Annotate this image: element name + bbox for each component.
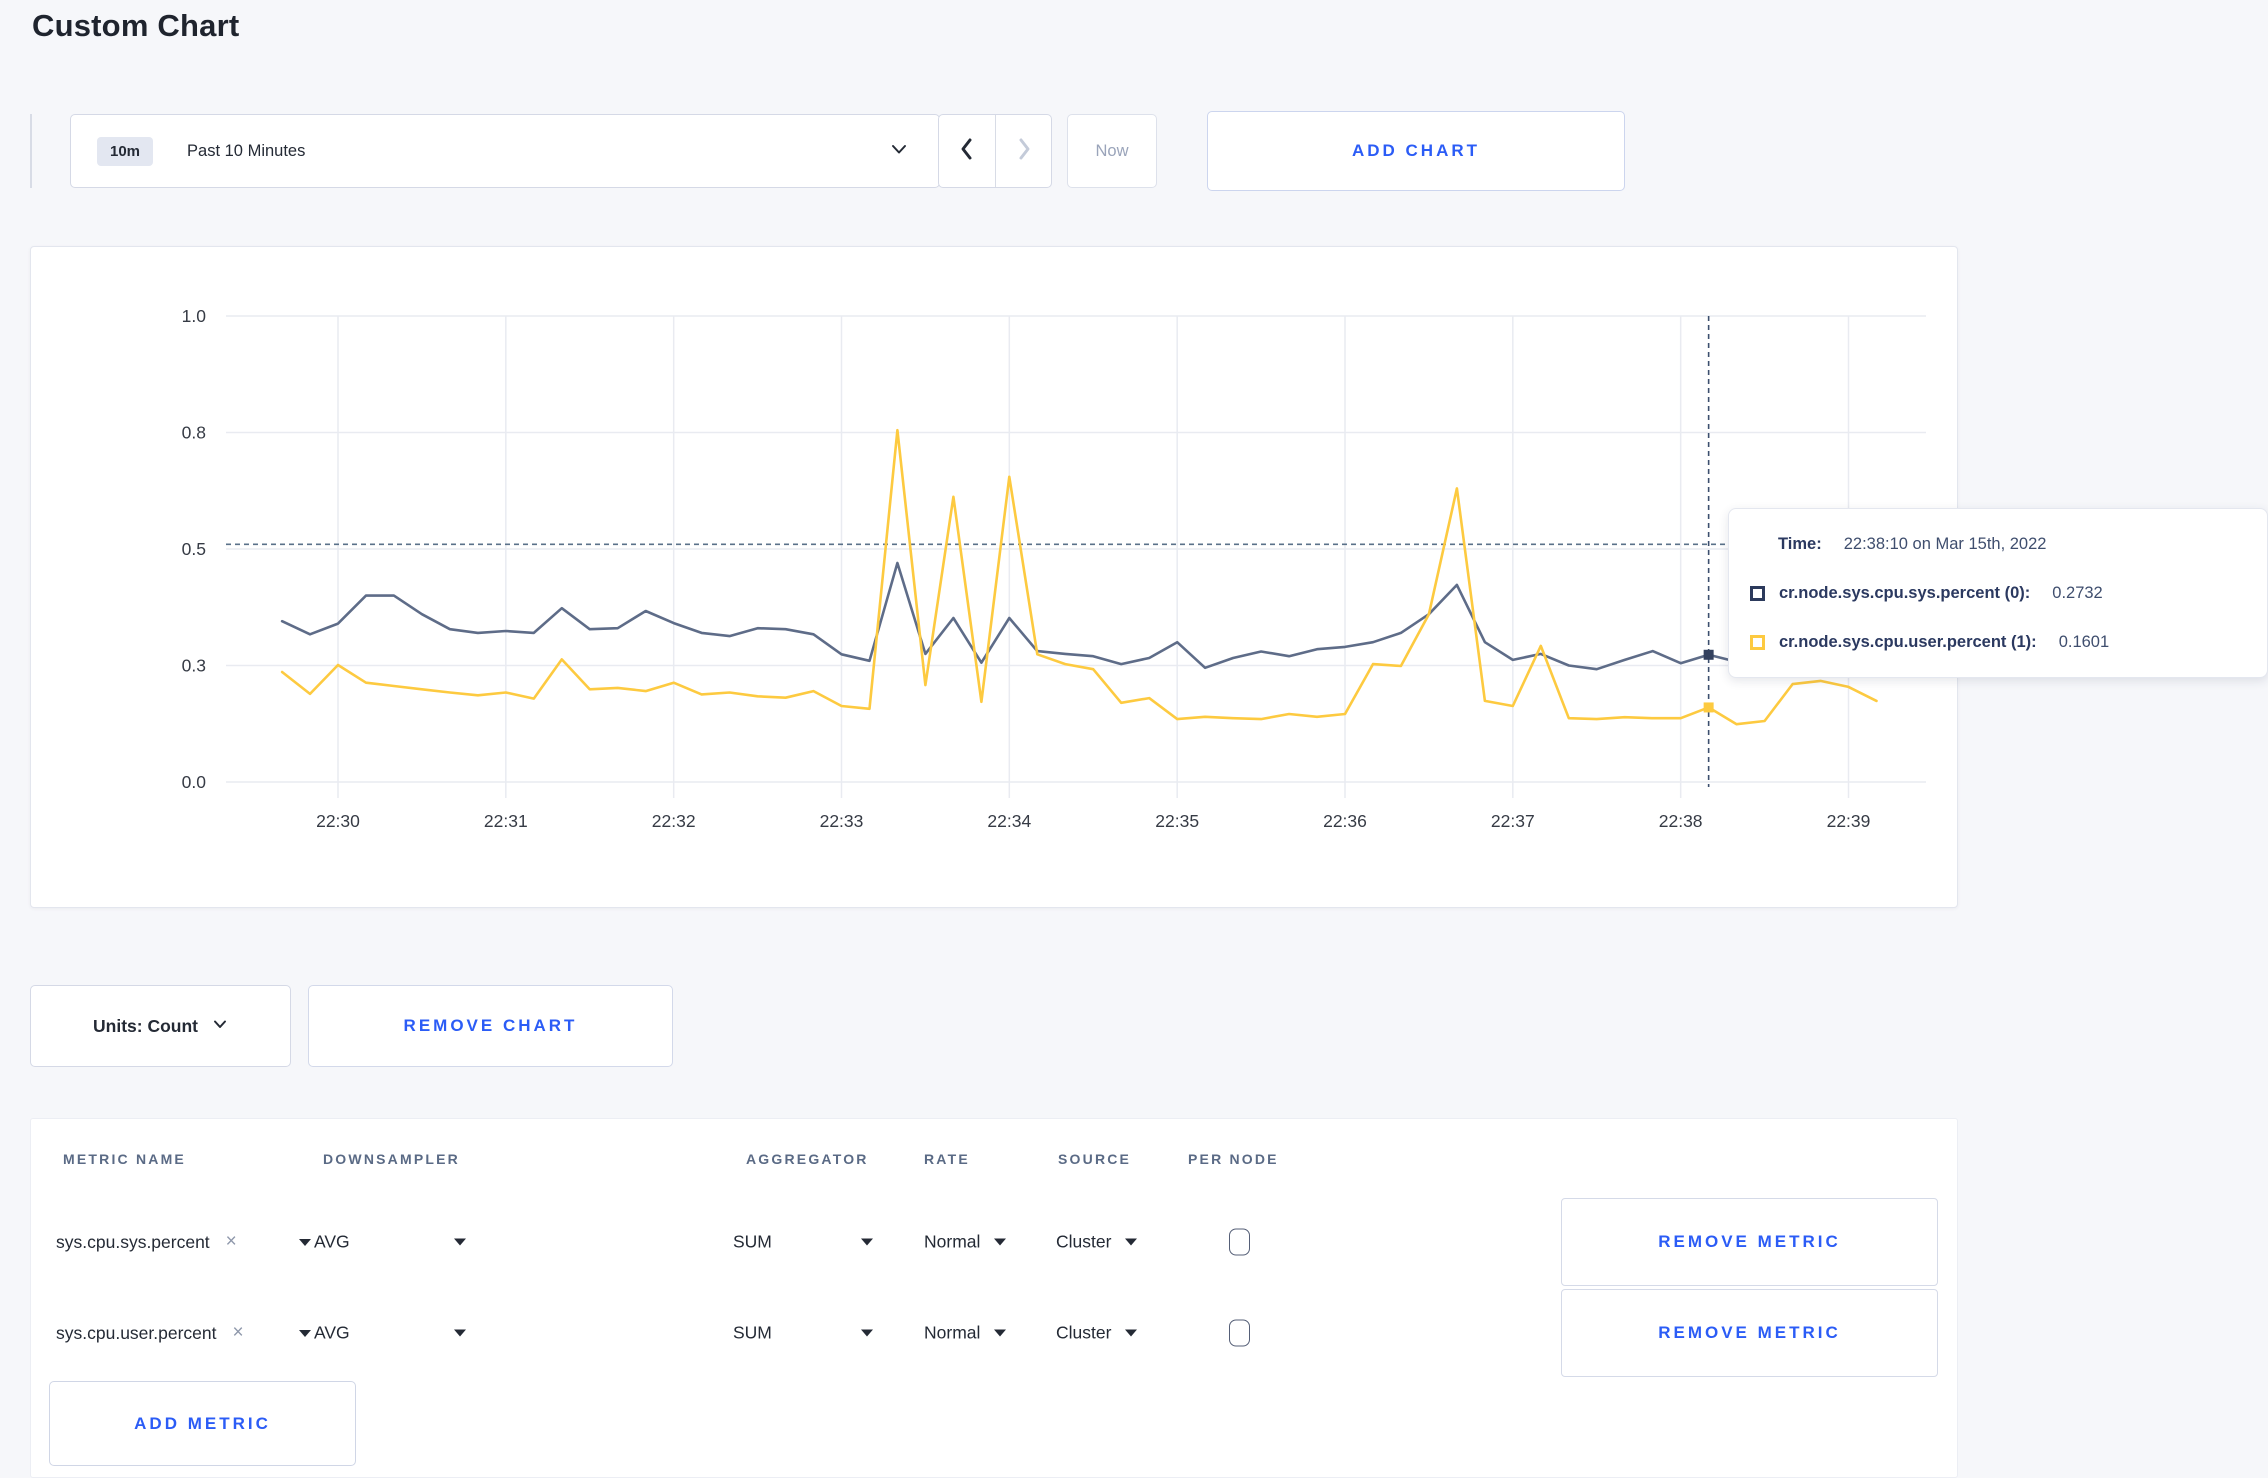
tooltip-series-row: cr.node.sys.cpu.sys.percent (0): 0.2732 [1750, 580, 2103, 606]
user-series-swatch-icon [1750, 634, 1765, 650]
svg-text:0.0: 0.0 [182, 772, 207, 792]
rate-select[interactable]: Normal [924, 1322, 1007, 1344]
tooltip-series-row: cr.node.sys.cpu.user.percent (1): 0.1601 [1750, 629, 2109, 655]
per-node-checkbox[interactable] [1229, 1319, 1250, 1347]
rate-select[interactable]: Normal [924, 1231, 1007, 1253]
caret-down-icon [299, 1238, 311, 1246]
metric-name-value: sys.cpu.sys.percent [56, 1231, 210, 1252]
caret-down-icon [299, 1329, 311, 1337]
add-chart-button[interactable]: ADD CHART [1207, 111, 1625, 191]
svg-text:22:38: 22:38 [1659, 811, 1703, 831]
caret-down-icon [861, 1329, 873, 1337]
chevron-right-icon [1013, 136, 1035, 167]
table-row: sys.cpu.sys.percent × AVG SUM Normal Clu… [31, 1198, 1957, 1286]
downsampler-select[interactable]: AVG [314, 1232, 466, 1253]
metric-name-select[interactable]: sys.cpu.sys.percent × [56, 1231, 311, 1253]
rate-value: Normal [924, 1231, 981, 1252]
tooltip-series-value: 0.1601 [2058, 632, 2110, 651]
aggregator-select[interactable]: SUM [733, 1323, 873, 1344]
caret-down-icon [861, 1238, 873, 1246]
column-header-source: SOURCE [1058, 1151, 1132, 1167]
clear-metric-icon[interactable]: × [233, 1322, 244, 1344]
custom-chart-page: Custom Chart 10m Past 10 Minutes Now ADD… [0, 0, 2268, 1478]
caret-down-icon [994, 1329, 1007, 1337]
column-header-per-node: PER NODE [1188, 1151, 1279, 1167]
metric-name-select[interactable]: sys.cpu.user.percent × [56, 1322, 311, 1344]
aggregator-select[interactable]: SUM [733, 1232, 873, 1253]
metric-name-value: sys.cpu.user.percent [56, 1322, 217, 1343]
svg-text:0.5: 0.5 [182, 539, 206, 559]
svg-text:1.0: 1.0 [182, 306, 207, 326]
svg-text:22:31: 22:31 [484, 811, 528, 831]
svg-text:22:36: 22:36 [1323, 811, 1367, 831]
remove-metric-button[interactable]: REMOVE METRIC [1561, 1289, 1938, 1377]
source-value: Cluster [1056, 1322, 1112, 1343]
time-window-nav [938, 114, 1052, 188]
remove-chart-button[interactable]: REMOVE CHART [308, 985, 673, 1067]
add-metric-button[interactable]: ADD METRIC [49, 1381, 356, 1466]
svg-text:22:32: 22:32 [652, 811, 696, 831]
column-header-downsampler: DOWNSAMPLER [323, 1151, 460, 1167]
chevron-down-icon [212, 1016, 228, 1037]
downsampler-value: AVG [314, 1231, 350, 1252]
time-range-select[interactable]: 10m Past 10 Minutes [70, 114, 940, 188]
caret-down-icon [994, 1238, 1007, 1246]
timeseries-chart[interactable]: 0.0 0.3 0.5 0.8 1.0 22:30 22:31 22:32 22:33 22:34… [31, 247, 1959, 909]
time-range-label: Past 10 Minutes [187, 141, 306, 160]
svg-text:22:34: 22:34 [987, 811, 1031, 831]
source-value: Cluster [1056, 1231, 1112, 1252]
remove-metric-button[interactable]: REMOVE METRIC [1561, 1198, 1938, 1286]
table-row: sys.cpu.user.percent × AVG SUM Normal Cl… [31, 1289, 1957, 1377]
chart-tooltip: Time: 22:38:10 on Mar 15th, 2022 cr.node… [1728, 508, 2268, 678]
tooltip-series-name: cr.node.sys.cpu.sys.percent (0): [1779, 583, 2031, 602]
prev-window-button[interactable] [939, 115, 995, 187]
caret-down-icon [1125, 1329, 1138, 1337]
chevron-left-icon [956, 136, 978, 167]
tooltip-time-label: Time: [1778, 534, 1822, 553]
tooltip-series-value: 0.2732 [2052, 583, 2103, 602]
downsampler-value: AVG [314, 1322, 350, 1343]
sys-series-swatch-icon [1750, 585, 1765, 601]
svg-text:22:30: 22:30 [316, 811, 360, 831]
units-label: Units: Count [93, 1015, 198, 1036]
downsampler-select[interactable]: AVG [314, 1323, 466, 1344]
toolbar-divider [30, 114, 32, 188]
chevron-down-icon [889, 139, 909, 164]
tooltip-time-value: 22:38:10 on Mar 15th, 2022 [1843, 534, 2047, 553]
tooltip-series-name: cr.node.sys.cpu.user.percent (1): [1779, 632, 2037, 651]
per-node-checkbox[interactable] [1229, 1228, 1250, 1256]
svg-text:22:35: 22:35 [1155, 811, 1199, 831]
caret-down-icon [454, 1238, 466, 1246]
chart-panel[interactable]: 0.0 0.3 0.5 0.8 1.0 22:30 22:31 22:32 22:33 22:34… [30, 246, 1958, 908]
time-range-badge: 10m [97, 136, 154, 166]
next-window-button[interactable] [995, 115, 1051, 187]
units-select[interactable]: Units: Count [30, 985, 291, 1067]
metrics-table: METRIC NAME DOWNSAMPLER AGGREGATOR RATE … [30, 1118, 1958, 1478]
source-select[interactable]: Cluster [1056, 1322, 1138, 1344]
aggregator-value: SUM [733, 1231, 772, 1252]
column-header-aggregator: AGGREGATOR [746, 1151, 869, 1167]
aggregator-value: SUM [733, 1322, 772, 1343]
svg-text:0.3: 0.3 [182, 656, 206, 676]
tooltip-time-row: Time: 22:38:10 on Mar 15th, 2022 [1778, 531, 2046, 557]
column-header-metric-name: METRIC NAME [63, 1151, 186, 1167]
svg-text:22:39: 22:39 [1827, 811, 1871, 831]
rate-value: Normal [924, 1322, 981, 1343]
page-title: Custom Chart [32, 8, 240, 43]
now-button[interactable]: Now [1067, 114, 1157, 188]
source-select[interactable]: Cluster [1056, 1231, 1138, 1253]
caret-down-icon [1125, 1238, 1138, 1246]
svg-text:22:33: 22:33 [820, 811, 864, 831]
column-header-rate: RATE [924, 1151, 970, 1167]
svg-text:0.8: 0.8 [182, 423, 206, 443]
caret-down-icon [454, 1329, 466, 1337]
svg-text:22:37: 22:37 [1491, 811, 1535, 831]
clear-metric-icon[interactable]: × [226, 1231, 237, 1253]
